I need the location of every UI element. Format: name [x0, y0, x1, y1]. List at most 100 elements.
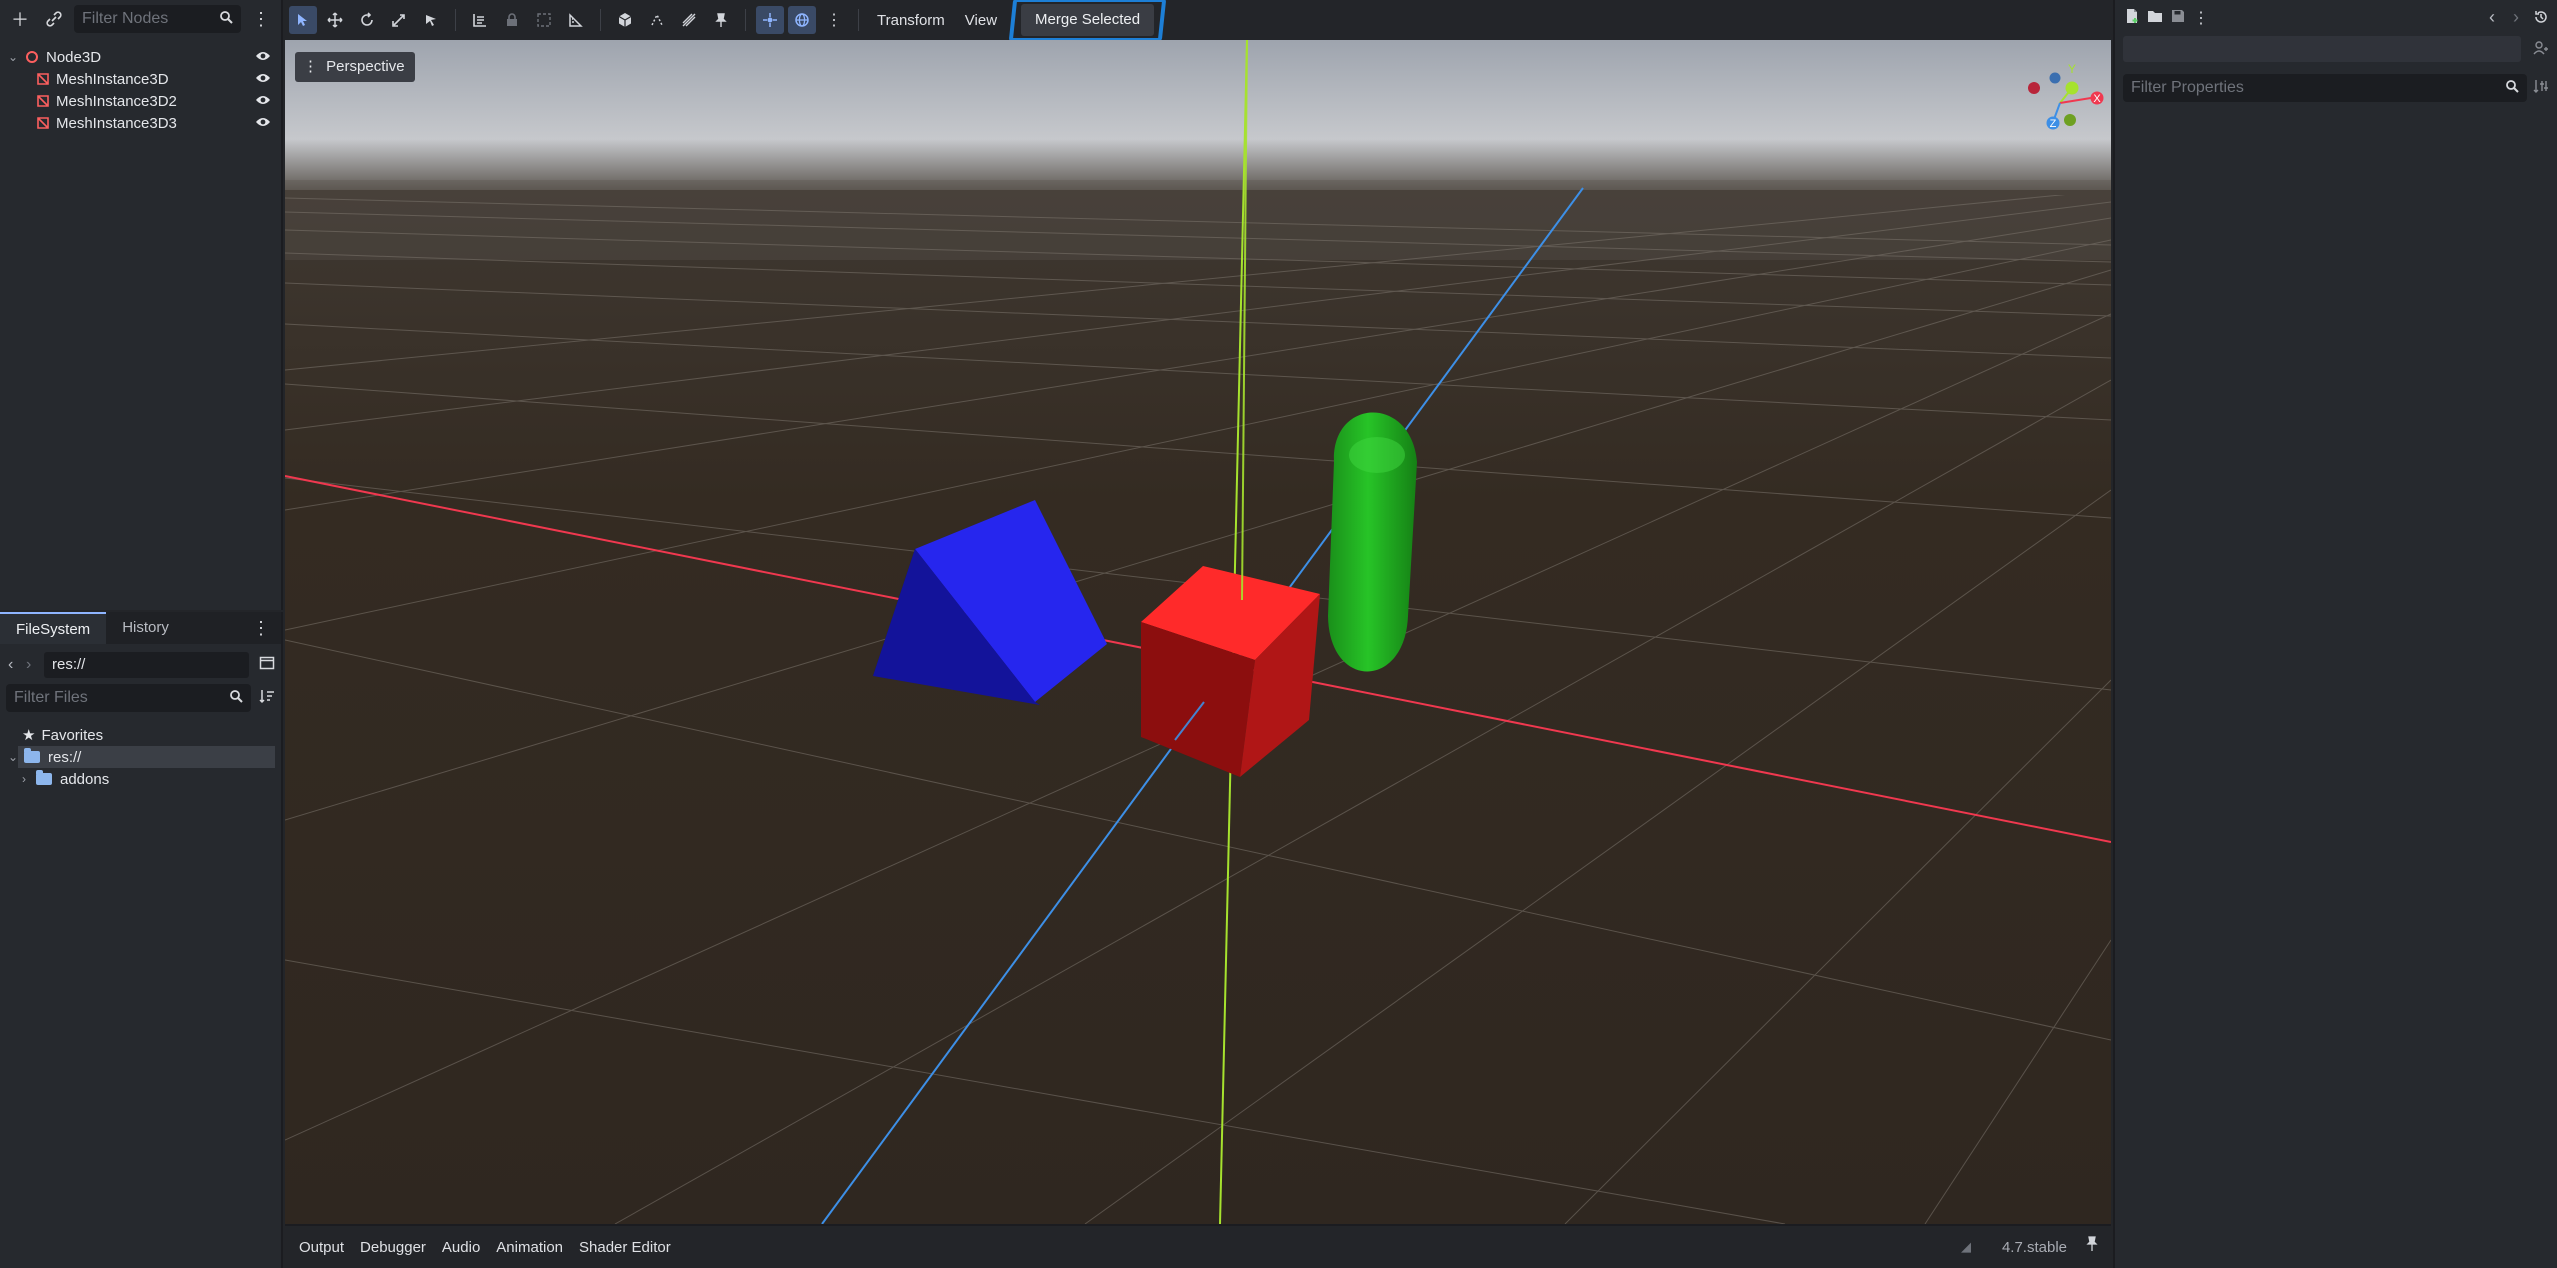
filesystem-tree: ★ Favorites ⌄ res:// › addons	[0, 712, 281, 790]
inspector-toolbar: ⋮ ‹ ›	[2115, 0, 2557, 36]
visibility-eye-icon[interactable]	[255, 49, 271, 66]
toolbar-separator	[745, 9, 746, 31]
visibility-eye-icon[interactable]	[255, 115, 271, 132]
open-folder-icon[interactable]	[2147, 9, 2163, 28]
toolbar-separator	[455, 9, 456, 31]
filter-files-input[interactable]	[14, 689, 229, 707]
perspective-menu-button[interactable]: ⋮ Perspective	[295, 52, 415, 82]
filter-properties-row	[2115, 66, 2557, 102]
pin-icon[interactable]	[707, 6, 735, 34]
tree-node-root[interactable]: ⌄ Node3D	[0, 46, 281, 68]
add-node-icon[interactable]: ＋	[6, 5, 34, 33]
snap-icon[interactable]	[756, 6, 784, 34]
scene-dock: ＋ ⋮ ⌄ Node3D Mesh	[0, 0, 283, 610]
select-mode-icon[interactable]	[289, 6, 317, 34]
preview-environment-icon[interactable]	[611, 6, 639, 34]
gizmo-x-label: X	[2093, 93, 2101, 105]
more-options-icon[interactable]: ⋮	[820, 6, 848, 34]
toolbar-separator	[600, 9, 601, 31]
physics-icon[interactable]	[643, 6, 671, 34]
dock-menu-icon[interactable]: ⋮	[247, 614, 275, 642]
path-input[interactable]: res://	[44, 652, 249, 678]
sun-light-icon[interactable]	[675, 6, 703, 34]
version-label: 4.7.stable	[2001, 1239, 2067, 1256]
gizmo-y-label: Y	[2068, 62, 2076, 76]
chevron-down-icon[interactable]: ⌄	[8, 750, 18, 764]
tab-shader-editor[interactable]: Shader Editor	[571, 1239, 679, 1256]
split-view-icon[interactable]	[259, 655, 275, 676]
gizmo-y-handle[interactable]	[2065, 81, 2079, 95]
path-row: ‹ › res://	[0, 644, 281, 680]
search-icon	[2505, 79, 2519, 98]
history-back-icon[interactable]: ‹	[2489, 7, 2495, 28]
favorites-item[interactable]: ★ Favorites	[0, 724, 281, 746]
addons-folder-item[interactable]: › addons	[0, 768, 281, 790]
scene-menu-icon[interactable]: ⋮	[247, 5, 275, 33]
perspective-label: Perspective	[326, 58, 405, 75]
globe-icon[interactable]	[788, 6, 816, 34]
history-icon[interactable]	[2533, 9, 2549, 30]
move-mode-icon[interactable]	[321, 6, 349, 34]
filter-files-row	[0, 680, 281, 712]
visibility-eye-icon[interactable]	[255, 71, 271, 88]
mesh-instance-icon	[37, 117, 49, 129]
res-root-item[interactable]: ⌄ res://	[8, 746, 275, 768]
visibility-eye-icon[interactable]	[255, 93, 271, 110]
tab-history[interactable]: History	[106, 612, 185, 644]
save-icon[interactable]	[2171, 9, 2185, 28]
filter-files-field[interactable]	[6, 684, 251, 712]
tree-node-label: MeshInstance3D2	[56, 92, 177, 110]
chevron-down-icon[interactable]: ⌄	[8, 50, 22, 64]
object-properties-icon[interactable]	[2533, 40, 2549, 61]
inspector-menu-icon[interactable]: ⋮	[2193, 8, 2209, 28]
tab-output[interactable]: Output	[291, 1239, 352, 1256]
group-icon[interactable]	[530, 6, 558, 34]
filter-nodes-field[interactable]	[74, 5, 241, 33]
back-arrow-icon[interactable]: ‹	[8, 656, 22, 674]
gizmo-z-label: Z	[2050, 118, 2057, 130]
addons-label: addons	[60, 770, 110, 788]
tab-animation[interactable]: Animation	[488, 1239, 571, 1256]
pointer-icon[interactable]	[417, 6, 445, 34]
viewport-toolbar: ⋮ Transform View Merge Selected	[285, 0, 2111, 40]
tree-node-label: MeshInstance3D	[56, 70, 169, 88]
tab-filesystem[interactable]: FileSystem	[0, 612, 107, 644]
transform-menu[interactable]: Transform	[869, 12, 953, 29]
mesh-instance-icon	[37, 73, 49, 85]
filter-nodes-input[interactable]	[82, 10, 219, 28]
chevron-right-icon[interactable]: ›	[22, 772, 36, 786]
3d-viewport[interactable]: Y Z X ⋮ Perspective	[285, 40, 2111, 1224]
object-path-field[interactable]	[2123, 36, 2521, 62]
filter-properties-field[interactable]	[2123, 74, 2527, 102]
new-resource-icon[interactable]	[2125, 8, 2139, 29]
lock-icon[interactable]	[498, 6, 526, 34]
sort-icon[interactable]	[259, 688, 275, 709]
property-options-icon[interactable]	[2533, 78, 2549, 99]
scene-toolbar: ＋ ⋮	[0, 0, 281, 38]
pin-icon[interactable]	[2085, 1236, 2099, 1257]
menu-dots-icon: ⋮	[303, 58, 318, 75]
filter-properties-input[interactable]	[2131, 79, 2505, 97]
mesh-instance-icon	[37, 95, 49, 107]
tree-node-mesh[interactable]: MeshInstance3D2	[0, 90, 281, 112]
godot-editor: ＋ ⋮ ⌄ Node3D Mesh	[0, 0, 2557, 1268]
update-spinner-icon: ◢	[1961, 1239, 1971, 1254]
tab-debugger[interactable]: Debugger	[352, 1239, 434, 1256]
tree-node-mesh[interactable]: MeshInstance3D	[0, 68, 281, 90]
tree-node-mesh[interactable]: MeshInstance3D3	[0, 112, 281, 134]
search-icon	[229, 689, 243, 708]
link-icon[interactable]	[40, 5, 68, 33]
capsule-mesh	[1328, 412, 1417, 672]
list-select-icon[interactable]	[466, 6, 494, 34]
view-menu[interactable]: View	[957, 12, 1005, 29]
rotate-mode-icon[interactable]	[353, 6, 381, 34]
merge-selected-button[interactable]: Merge Selected	[1021, 4, 1155, 36]
tab-audio[interactable]: Audio	[434, 1239, 488, 1256]
ruler-icon[interactable]	[562, 6, 590, 34]
history-forward-icon[interactable]: ›	[2513, 7, 2519, 28]
scale-mode-icon[interactable]	[385, 6, 413, 34]
scene-tree: ⌄ Node3D MeshInstance3D MeshInstance3D2	[0, 38, 281, 134]
favorites-label: Favorites	[41, 726, 104, 744]
forward-arrow-icon[interactable]: ›	[26, 656, 40, 674]
sky-background	[285, 40, 2111, 200]
